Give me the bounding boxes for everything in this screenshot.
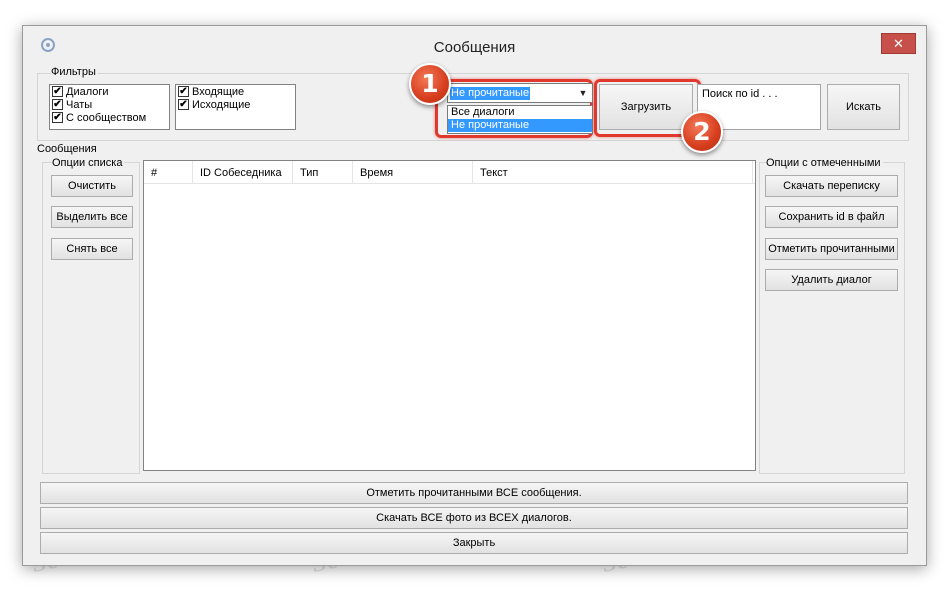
messages-label: Сообщения xyxy=(37,143,99,155)
chat-type-checklist: ✔ Диалоги ✔ Чаты ✔ С сообществом xyxy=(49,84,170,130)
mark-all-read-button[interactable]: Отметить прочитанными ВСЕ сообщения. xyxy=(40,482,908,504)
checkbox-label: Входящие xyxy=(192,85,245,98)
select-value: Не прочитаные xyxy=(450,87,531,100)
close-icon: ✕ xyxy=(893,36,904,51)
checkbox-icon: ✔ xyxy=(52,86,63,97)
checkbox-icon: ✔ xyxy=(178,86,189,97)
window-title: Сообщения xyxy=(433,39,516,56)
column-header-number[interactable]: # xyxy=(151,167,157,179)
dropdown-option-unread[interactable]: Не прочитаные xyxy=(448,119,592,132)
message-filter-select[interactable]: Не прочитаные ▼ xyxy=(447,83,593,103)
step-marker-2: 2 xyxy=(681,111,723,153)
download-conversation-button[interactable]: Скачать переписку xyxy=(765,175,898,197)
marked-options-label: Опции с отмеченными xyxy=(766,157,883,169)
column-header-text[interactable]: Текст xyxy=(480,167,508,179)
close-button[interactable]: Закрыть xyxy=(40,532,908,554)
checkbox-label: Чаты xyxy=(66,98,93,111)
mark-as-read-button[interactable]: Отметить прочитанными xyxy=(765,238,898,260)
delete-dialog-button[interactable]: Удалить диалог xyxy=(765,269,898,291)
checkbox-icon: ✔ xyxy=(52,112,63,123)
dropdown-list: Все диалоги Не прочитаные xyxy=(447,105,593,134)
select-all-button[interactable]: Выделить все xyxy=(51,206,133,228)
messages-table[interactable]: # ID Собеседника Тип Время Текст xyxy=(143,160,756,471)
direction-checklist: ✔ Входящие ✔ Исходящие xyxy=(175,84,296,130)
step-marker-1: 1 xyxy=(409,63,451,105)
dropdown-option-all[interactable]: Все диалоги xyxy=(448,106,592,119)
checkbox-label: Диалоги xyxy=(66,85,109,98)
deselect-all-button[interactable]: Снять все xyxy=(51,238,133,260)
chevron-down-icon[interactable]: ▼ xyxy=(575,85,591,101)
checkbox-icon: ✔ xyxy=(52,99,63,110)
clear-button[interactable]: Очистить xyxy=(51,175,133,197)
checkbox-outgoing[interactable]: ✔ Исходящие xyxy=(176,98,295,111)
checkbox-dialogs[interactable]: ✔ Диалоги xyxy=(50,85,169,98)
checkbox-incoming[interactable]: ✔ Входящие xyxy=(176,85,295,98)
filters-label: Фильтры xyxy=(51,66,98,78)
checkbox-icon: ✔ xyxy=(178,99,189,110)
load-button[interactable]: Загрузить xyxy=(599,84,693,130)
close-window-button[interactable]: ✕ xyxy=(881,33,916,54)
checkbox-label: С сообществом xyxy=(66,111,147,124)
search-button[interactable]: Искать xyxy=(827,84,900,130)
checkbox-chats[interactable]: ✔ Чаты xyxy=(50,98,169,111)
column-header-type[interactable]: Тип xyxy=(300,167,318,179)
checkbox-label: Исходящие xyxy=(192,98,251,111)
table-header: # ID Собеседника Тип Время Текст xyxy=(144,161,755,184)
column-header-time[interactable]: Время xyxy=(360,167,393,179)
checkbox-with-community[interactable]: ✔ С сообществом xyxy=(50,111,169,124)
column-header-peer-id[interactable]: ID Собеседника xyxy=(200,167,282,179)
list-options-label: Опции списка xyxy=(52,157,125,169)
download-all-photos-button[interactable]: Скачать ВСЕ фото из ВСЕХ диалогов. xyxy=(40,507,908,529)
save-id-to-file-button[interactable]: Сохранить id в файл xyxy=(765,206,898,228)
title-bar[interactable]: Сообщения ✕ xyxy=(23,26,926,60)
